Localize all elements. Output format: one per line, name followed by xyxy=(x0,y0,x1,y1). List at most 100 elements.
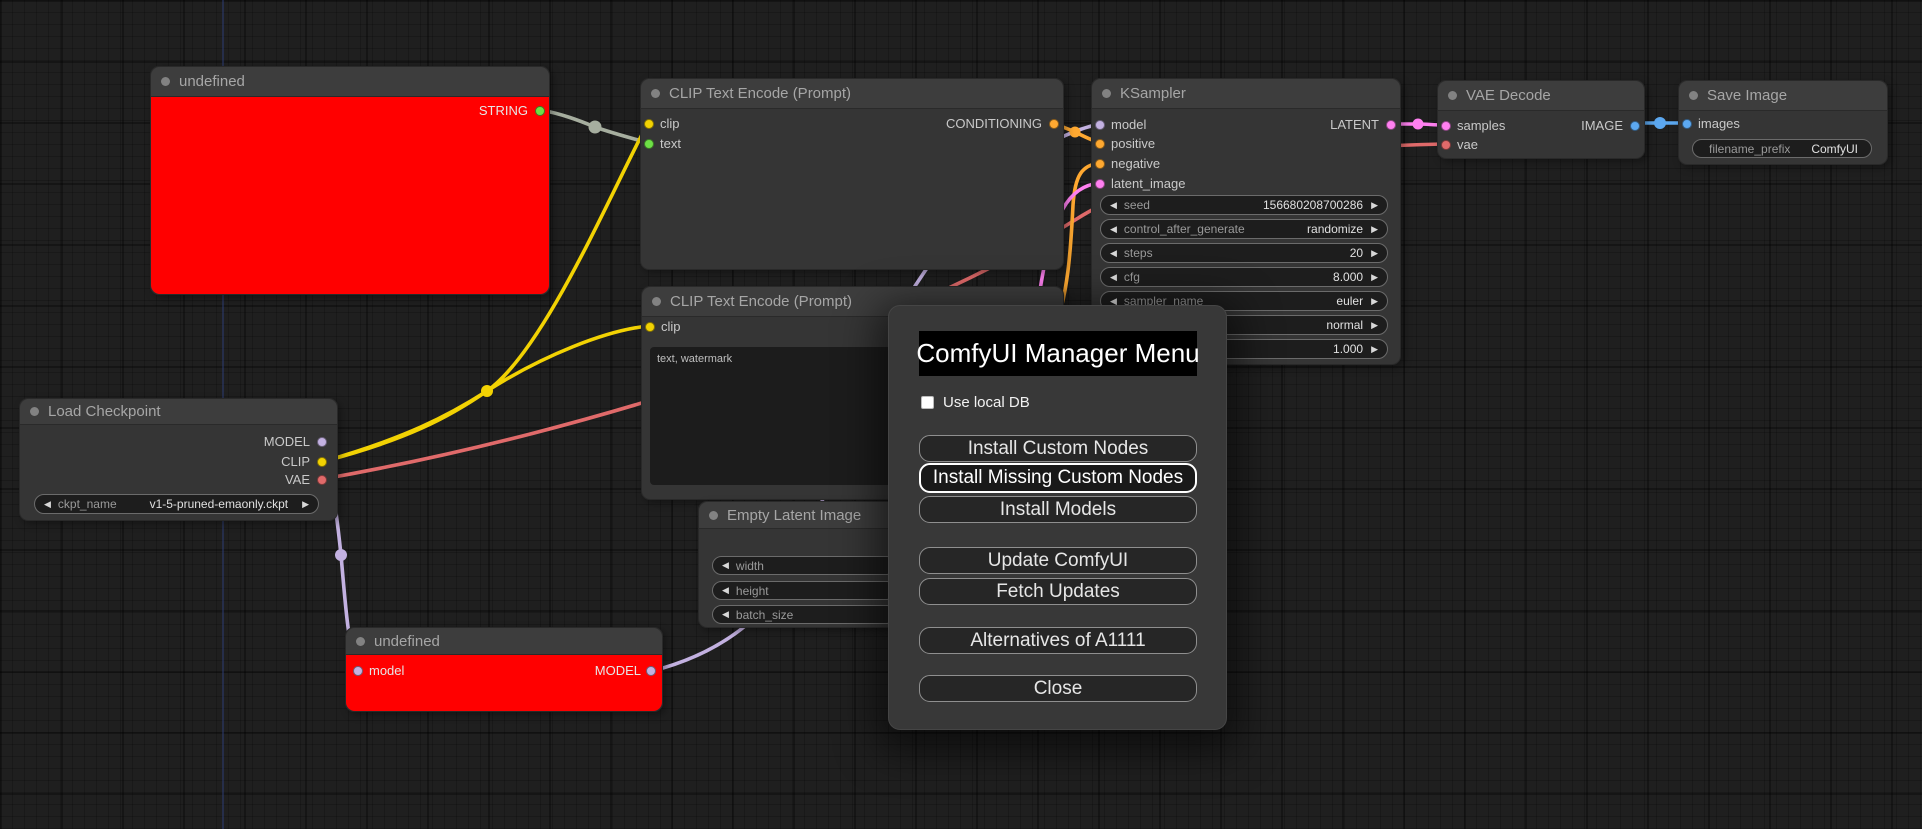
input-row-positive: positive xyxy=(1092,134,1400,154)
widget-width[interactable]: ◀ width xyxy=(712,556,896,575)
input-port-model[interactable] xyxy=(353,666,363,676)
output-port-conditioning[interactable] xyxy=(1049,119,1059,129)
node-undefined-top[interactable]: undefined STRING xyxy=(150,66,550,295)
node-header[interactable]: VAE Decode xyxy=(1438,81,1644,111)
node-vae-decode[interactable]: VAE Decode samples IMAGE vae xyxy=(1437,80,1645,159)
close-button[interactable]: Close xyxy=(919,675,1197,702)
output-port-clip[interactable] xyxy=(317,457,327,467)
output-port-model[interactable] xyxy=(646,666,656,676)
widget-steps[interactable]: ◀ steps 20 ▶ xyxy=(1100,243,1388,263)
output-row-clip: CLIP xyxy=(20,452,337,472)
decrement-arrow-icon[interactable]: ◀ xyxy=(44,499,51,509)
comfyui-manager-menu-dialog[interactable]: ComfyUI Manager Menu Use local DB Instal… xyxy=(888,305,1227,730)
increment-arrow-icon[interactable]: ▶ xyxy=(1371,272,1378,282)
io-row-model: model MODEL xyxy=(346,661,662,681)
node-header[interactable]: undefined xyxy=(346,628,662,655)
reroute-dot-conditioning[interactable] xyxy=(1069,126,1081,138)
widget-height[interactable]: ◀ height xyxy=(712,581,896,600)
collapse-dot-icon[interactable] xyxy=(709,510,718,520)
alternatives-of-a1111-button[interactable]: Alternatives of A1111 xyxy=(919,627,1197,654)
input-port-clip[interactable] xyxy=(644,119,654,129)
node-header[interactable]: Save Image xyxy=(1679,81,1887,111)
input-label: model xyxy=(369,663,405,678)
input-port-text[interactable] xyxy=(644,139,654,149)
decrement-arrow-icon[interactable]: ◀ xyxy=(1110,200,1117,210)
widget-seed[interactable]: ◀ seed 156680208700286 ▶ xyxy=(1100,195,1388,215)
increment-arrow-icon[interactable]: ▶ xyxy=(1371,224,1378,234)
input-label: text xyxy=(660,136,681,151)
node-undefined-bottom[interactable]: undefined model MODEL xyxy=(345,627,663,712)
widget-value: v1-5-pruned-emaonly.ckpt xyxy=(149,497,289,511)
update-comfyui-button[interactable]: Update ComfyUI xyxy=(919,547,1197,574)
collapse-dot-icon[interactable] xyxy=(161,77,170,86)
node-header[interactable]: undefined xyxy=(151,67,549,97)
widget-value: normal xyxy=(1326,318,1364,332)
input-port-clip[interactable] xyxy=(645,322,655,332)
increment-arrow-icon[interactable]: ▶ xyxy=(1371,344,1378,354)
node-empty-latent-image[interactable]: Empty Latent Image ◀ width ◀ height ◀ ba… xyxy=(698,501,908,628)
output-label: LATENT xyxy=(1330,117,1379,132)
decrement-arrow-icon[interactable]: ◀ xyxy=(1110,272,1117,282)
input-port-latent-image[interactable] xyxy=(1095,179,1105,189)
use-local-db-row[interactable]: Use local DB xyxy=(921,394,1030,411)
node-header[interactable]: Empty Latent Image xyxy=(699,502,907,529)
increment-arrow-icon[interactable]: ▶ xyxy=(302,499,309,509)
reroute-dot-image[interactable] xyxy=(1654,117,1666,129)
output-label: MODEL xyxy=(594,663,641,678)
collapse-dot-icon[interactable] xyxy=(1448,91,1457,100)
input-port-vae[interactable] xyxy=(1441,140,1451,150)
install-missing-custom-nodes-button[interactable]: Install Missing Custom Nodes xyxy=(919,463,1197,493)
install-custom-nodes-button[interactable]: Install Custom Nodes xyxy=(919,435,1197,462)
input-row-vae: vae xyxy=(1438,135,1644,155)
widget-cfg[interactable]: ◀ cfg 8.000 ▶ xyxy=(1100,267,1388,287)
decrement-arrow-icon[interactable]: ◀ xyxy=(1110,224,1117,234)
collapse-dot-icon[interactable] xyxy=(651,89,660,98)
increment-arrow-icon[interactable]: ▶ xyxy=(1371,248,1378,258)
increment-arrow-icon[interactable]: ▶ xyxy=(1371,200,1378,210)
increment-arrow-icon[interactable]: ▶ xyxy=(1371,320,1378,330)
collapse-dot-icon[interactable] xyxy=(356,636,365,646)
decrement-arrow-icon[interactable]: ◀ xyxy=(722,561,729,570)
input-port-negative[interactable] xyxy=(1095,159,1105,169)
reroute-dot-clip[interactable] xyxy=(481,385,493,397)
decrement-arrow-icon[interactable]: ◀ xyxy=(722,610,729,619)
output-port-string[interactable] xyxy=(535,106,545,116)
widget-batch-size[interactable]: ◀ batch_size xyxy=(712,605,896,624)
widget-ckpt-name[interactable]: ◀ ckpt_name v1-5-pruned-emaonly.ckpt ▶ xyxy=(34,494,319,514)
output-label: STRING xyxy=(478,103,528,118)
output-port-vae[interactable] xyxy=(317,475,327,485)
input-port-samples[interactable] xyxy=(1441,121,1451,131)
widget-filename-prefix[interactable]: filename_prefix ComfyUI xyxy=(1692,139,1872,158)
input-row-text: text xyxy=(641,134,1063,154)
widget-label: ckpt_name xyxy=(57,497,117,511)
collapse-dot-icon[interactable] xyxy=(652,297,661,306)
node-clip-text-encode-1[interactable]: CLIP Text Encode (Prompt) clip CONDITION… xyxy=(640,78,1064,270)
output-port-image[interactable] xyxy=(1630,121,1640,131)
reroute-dot-latent[interactable] xyxy=(1412,118,1424,130)
install-models-button[interactable]: Install Models xyxy=(919,496,1197,523)
widget-control-after-generate[interactable]: ◀ control_after_generate randomize ▶ xyxy=(1100,219,1388,239)
collapse-dot-icon[interactable] xyxy=(1102,89,1111,98)
node-header[interactable]: Load Checkpoint xyxy=(20,399,337,425)
input-port-positive[interactable] xyxy=(1095,139,1105,149)
node-header[interactable]: KSampler xyxy=(1092,79,1400,109)
decrement-arrow-icon[interactable]: ◀ xyxy=(722,586,729,595)
input-port-model[interactable] xyxy=(1095,120,1105,130)
fetch-updates-button[interactable]: Fetch Updates xyxy=(919,578,1197,605)
output-port-model[interactable] xyxy=(317,437,327,447)
output-port-latent[interactable] xyxy=(1386,120,1396,130)
collapse-dot-icon[interactable] xyxy=(1689,91,1698,100)
node-load-checkpoint[interactable]: Load Checkpoint MODEL CLIP VAE ◀ ckpt_na… xyxy=(19,398,338,521)
output-row-string: STRING xyxy=(151,101,549,121)
widget-label: batch_size xyxy=(735,607,794,622)
reroute-dot-model[interactable] xyxy=(335,549,347,561)
input-row-latent-image: latent_image xyxy=(1092,174,1400,194)
node-save-image[interactable]: Save Image images filename_prefix ComfyU… xyxy=(1678,80,1888,165)
node-header[interactable]: CLIP Text Encode (Prompt) xyxy=(641,79,1063,109)
increment-arrow-icon[interactable]: ▶ xyxy=(1371,296,1378,306)
decrement-arrow-icon[interactable]: ◀ xyxy=(1110,248,1117,258)
use-local-db-checkbox[interactable] xyxy=(921,395,934,409)
collapse-dot-icon[interactable] xyxy=(30,407,39,416)
input-port-images[interactable] xyxy=(1682,119,1692,129)
reroute-dot-string[interactable] xyxy=(588,120,602,134)
